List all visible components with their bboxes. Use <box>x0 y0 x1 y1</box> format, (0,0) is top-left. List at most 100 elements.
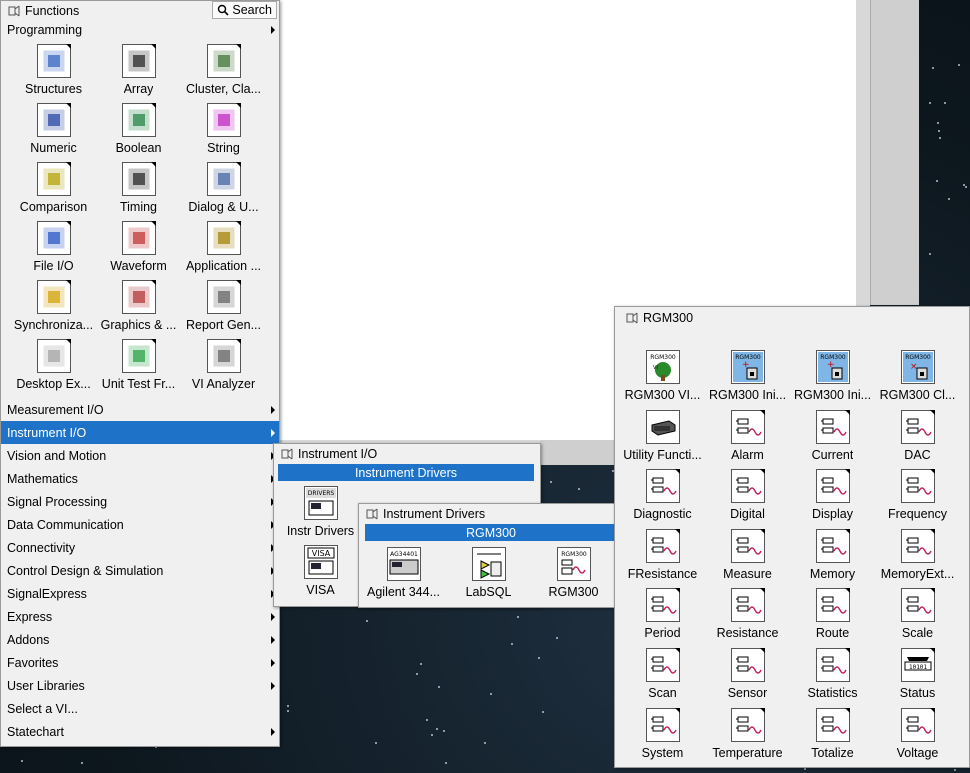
palette-item-rgm300-ini[interactable]: RGM300 + RGM300 Ini... <box>705 347 790 407</box>
programming-category-label: Programming <box>7 23 83 37</box>
palette-item-alarm[interactable]: Alarm <box>705 407 790 467</box>
pin-icon[interactable] <box>365 507 379 521</box>
category-label: Data Communication <box>7 517 124 532</box>
palette-item-comparison[interactable]: Comparison <box>11 159 96 218</box>
palette-item-current[interactable]: Current <box>790 407 875 467</box>
palette-item-rgm300-ini[interactable]: RGM300 + RGM300 Ini... <box>790 347 875 407</box>
palette-item-display[interactable]: Display <box>790 466 875 526</box>
category-favorites[interactable]: Favorites <box>1 651 279 674</box>
category-signal-processing[interactable]: Signal Processing <box>1 490 279 513</box>
category-user-libraries[interactable]: User Libraries <box>1 674 279 697</box>
palette-item-synchroniza[interactable]: Synchroniza... <box>11 277 96 336</box>
palette-item-cluster-cla[interactable]: Cluster, Cla... <box>181 41 266 100</box>
cluster-icon <box>206 44 241 78</box>
category-mathematics[interactable]: Mathematics <box>1 467 279 490</box>
instrument-drivers-palette-header: Instrument Drivers <box>359 504 617 524</box>
category-label: User Libraries <box>7 678 85 693</box>
palette-item-status[interactable]: 10101 Status <box>875 645 960 705</box>
palette-item-rgm300[interactable]: RGM300 RGM300 <box>531 544 616 604</box>
palette-item-temperature[interactable]: Temperature <box>705 705 790 765</box>
category-addons[interactable]: Addons <box>1 628 279 651</box>
category-statechart[interactable]: Statechart <box>1 720 279 743</box>
palette-item-period[interactable]: Period <box>620 585 705 645</box>
category-data-communication[interactable]: Data Communication <box>1 513 279 536</box>
palette-item-frequency[interactable]: Frequency <box>875 466 960 526</box>
rgm300-highlight[interactable]: RGM300 <box>365 524 617 541</box>
palette-item-array[interactable]: Array <box>96 41 181 100</box>
search-button[interactable]: Search <box>212 1 277 19</box>
palette-item-label: MemoryExt... <box>880 566 955 581</box>
palette-item-voltage[interactable]: Voltage <box>875 705 960 765</box>
palette-item-memoryext[interactable]: MemoryExt... <box>875 526 960 586</box>
rgm300-palette-title: RGM300 <box>643 311 694 325</box>
category-label: Vision and Motion <box>7 448 107 463</box>
rgm300-icon: RGM300 <box>556 547 591 581</box>
palette-item-rgm300-cl[interactable]: RGM300 × RGM300 Cl... <box>875 347 960 407</box>
palette-item-numeric[interactable]: Numeric <box>11 100 96 159</box>
category-instrument-i-o[interactable]: Instrument I/O <box>1 421 279 444</box>
palette-item-route[interactable]: Route <box>790 585 875 645</box>
category-label: Control Design & Simulation <box>7 563 164 578</box>
pin-icon[interactable] <box>7 4 21 18</box>
palette-item-dac[interactable]: DAC <box>875 407 960 467</box>
palette-item-visa[interactable]: VISA VISA <box>278 542 363 601</box>
palette-item-diagnostic[interactable]: Diagnostic <box>620 466 705 526</box>
star <box>444 762 447 765</box>
palette-item-dialog-u[interactable]: Dialog & U... <box>181 159 266 218</box>
palette-item-digital[interactable]: Digital <box>705 466 790 526</box>
category-label: Measurement I/O <box>7 402 104 417</box>
svg-text:VI: VI <box>653 365 658 371</box>
palette-item-waveform[interactable]: Waveform <box>96 218 181 277</box>
palette-item-rgm300-vi[interactable]: RGM300 VI RGM300 VI... <box>620 347 705 407</box>
palette-item-label: Structures <box>25 82 82 96</box>
pin-icon[interactable] <box>280 447 294 461</box>
subpalette-icon <box>730 707 765 742</box>
palette-item-timing[interactable]: Timing <box>96 159 181 218</box>
palette-item-scale[interactable]: Scale <box>875 585 960 645</box>
palette-item-label: Digital <box>730 507 765 522</box>
palette-item-totalize[interactable]: Totalize <box>790 705 875 765</box>
palette-item-string[interactable]: String <box>181 100 266 159</box>
category-select-a-vi[interactable]: Select a VI... <box>1 697 279 720</box>
palette-item-report-gen[interactable]: Report Gen... <box>181 277 266 336</box>
palette-item-measure[interactable]: Measure <box>705 526 790 586</box>
category-connectivity[interactable]: Connectivity <box>1 536 279 559</box>
palette-item-labsql[interactable]: LabSQL <box>446 544 531 604</box>
instrument-drivers-highlight[interactable]: Instrument Drivers <box>278 464 534 481</box>
category-signalexpress[interactable]: SignalExpress <box>1 582 279 605</box>
palette-item-resistance[interactable]: Resistance <box>705 585 790 645</box>
palette-item-graphics[interactable]: Graphics & ... <box>96 277 181 336</box>
palette-item-application[interactable]: Application ... <box>181 218 266 277</box>
category-vision-and-motion[interactable]: Vision and Motion <box>1 444 279 467</box>
palette-item-sensor[interactable]: Sensor <box>705 645 790 705</box>
palette-item-label: Boolean <box>115 141 162 155</box>
palette-item-memory[interactable]: Memory <box>790 526 875 586</box>
category-measurement-i-o[interactable]: Measurement I/O <box>1 398 279 421</box>
palette-item-label: Measure <box>723 566 772 581</box>
palette-item-fresistance[interactable]: FResistance <box>620 526 705 586</box>
palette-item-unit-test-fr[interactable]: Unit Test Fr... <box>96 336 181 395</box>
palette-item-instr-drivers[interactable]: DRIVERS Instr Drivers <box>278 483 363 542</box>
palette-item-file-i-o[interactable]: File I/O <box>11 218 96 277</box>
palette-item-vi-analyzer[interactable]: VI Analyzer <box>181 336 266 395</box>
palette-item-label: Route <box>815 626 850 641</box>
subpalette-icon <box>900 707 935 742</box>
palette-item-utility-functi[interactable]: Utility Functi... <box>620 407 705 467</box>
palette-item-desktop-ex[interactable]: Desktop Ex... <box>11 336 96 395</box>
category-control-design-simulation[interactable]: Control Design & Simulation <box>1 559 279 582</box>
palette-item-structures[interactable]: Structures <box>11 41 96 100</box>
palette-item-scan[interactable]: Scan <box>620 645 705 705</box>
category-express[interactable]: Express <box>1 605 279 628</box>
palette-item-boolean[interactable]: Boolean <box>96 100 181 159</box>
pin-icon[interactable] <box>625 311 639 325</box>
instrument-io-palette-title: Instrument I/O <box>298 447 378 461</box>
programming-category-header[interactable]: Programming <box>1 21 279 39</box>
palette-item-system[interactable]: System <box>620 705 705 765</box>
window-scroll-region-bottom <box>540 440 620 465</box>
palette-item-agilent-344[interactable]: AG34401 Agilent 344... <box>361 544 446 604</box>
svg-text:RGM300: RGM300 <box>905 354 931 361</box>
palette-item-statistics[interactable]: Statistics <box>790 645 875 705</box>
structures-icon <box>36 44 71 78</box>
star <box>81 761 84 764</box>
desktop-execution-icon <box>36 339 71 373</box>
